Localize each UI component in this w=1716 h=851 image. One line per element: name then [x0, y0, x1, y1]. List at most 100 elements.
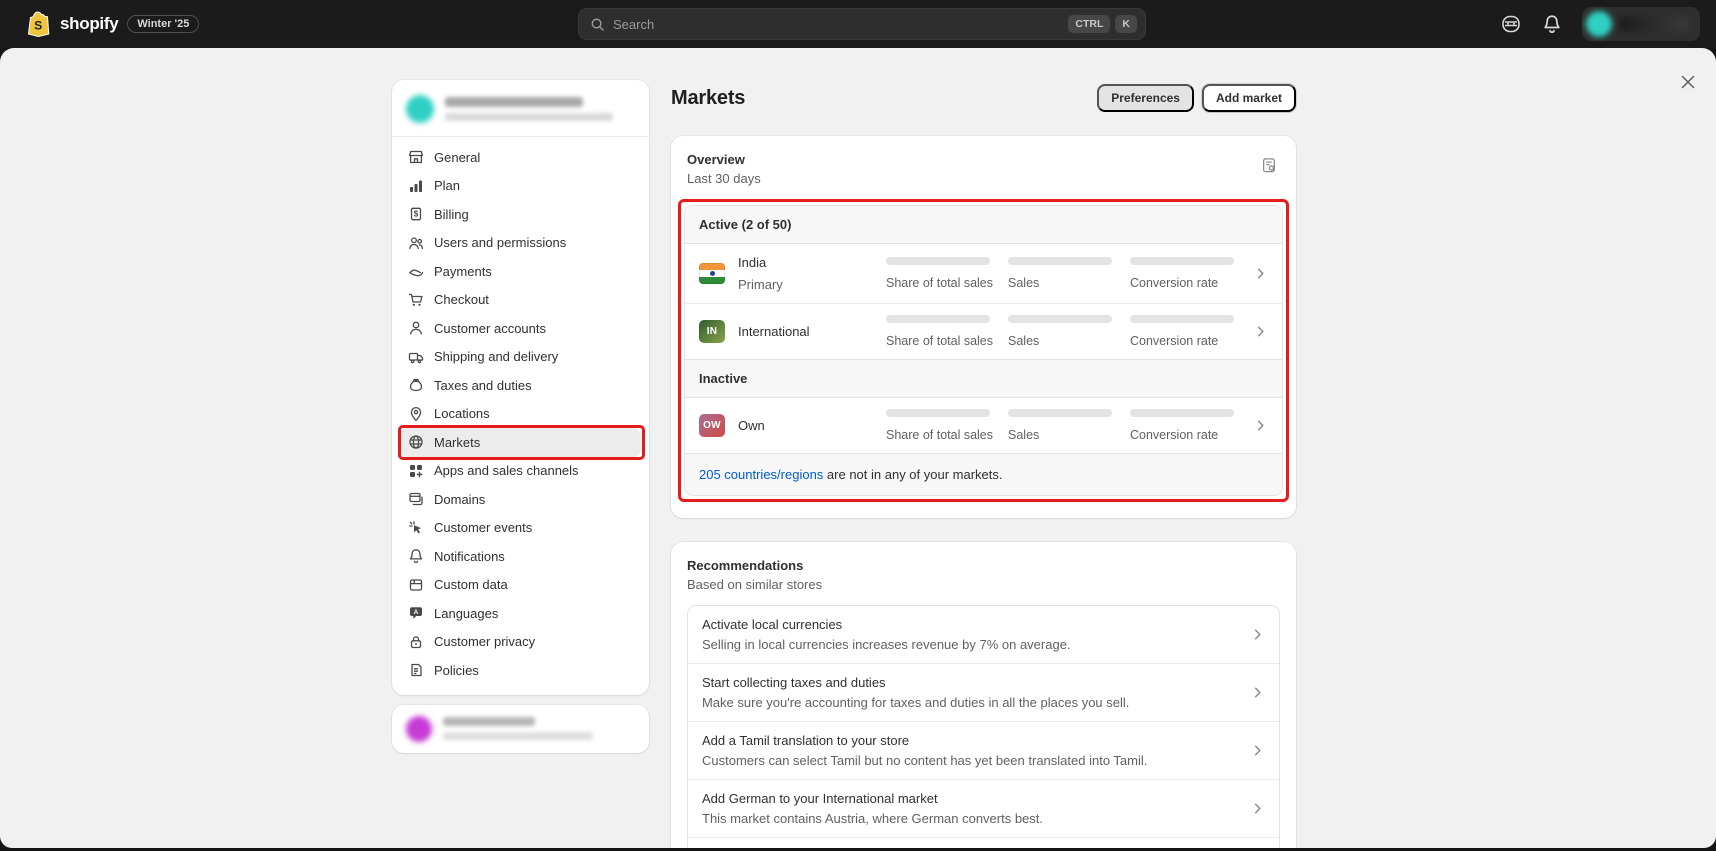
store-name-redacted: [445, 97, 613, 121]
chevron-right-icon: [1253, 266, 1268, 281]
skeleton-bar: [886, 409, 990, 417]
users-icon: [408, 235, 424, 251]
rec-row-add-german[interactable]: Add German to your International market …: [688, 779, 1279, 837]
market-name: India: [738, 255, 783, 270]
footer-text: are not in any of your markets.: [823, 467, 1002, 482]
recommendations-subtitle: Based on similar stores: [687, 577, 1280, 592]
add-market-button[interactable]: Add market: [1202, 84, 1296, 112]
market-row-india[interactable]: India Primary Share of total sales Sales…: [685, 244, 1282, 303]
settings-modal: General Plan $ Billing Users and permiss…: [0, 48, 1716, 848]
shortcut-k-key: K: [1115, 15, 1137, 33]
billing-icon: $: [408, 206, 424, 222]
sidebar-item-customer-accounts[interactable]: Customer accounts: [400, 314, 641, 343]
overview-subtitle: Last 30 days: [687, 171, 1280, 186]
sidekick-icon[interactable]: [1500, 13, 1522, 35]
settings-sidebar: General Plan $ Billing Users and permiss…: [392, 80, 649, 753]
account-card[interactable]: [392, 705, 649, 753]
skeleton-bar: [1008, 409, 1112, 417]
chevron-right-icon: [1250, 685, 1265, 700]
svg-text:S: S: [34, 18, 42, 32]
chevron-right-icon: [1250, 801, 1265, 816]
rec-row-local-currencies[interactable]: Activate local currencies Selling in loc…: [688, 606, 1279, 663]
apps-grid-icon: [408, 463, 424, 479]
overview-footer: 205 countries/regions are not in any of …: [685, 453, 1282, 495]
rec-row-partial[interactable]: Add hreflang tags: [688, 837, 1279, 848]
close-settings-button[interactable]: [1674, 68, 1702, 96]
sidebar-item-customer-privacy[interactable]: Customer privacy: [400, 628, 641, 657]
shopify-bag-icon: S: [26, 11, 51, 38]
sidebar-item-shipping-delivery[interactable]: Shipping and delivery: [400, 343, 641, 372]
languages-icon: A: [408, 605, 424, 621]
recommendations-card: Recommendations Based on similar stores …: [671, 542, 1296, 848]
person-icon: [408, 320, 424, 336]
page-title: Markets: [671, 87, 745, 110]
sidebar-item-billing[interactable]: $ Billing: [400, 200, 641, 229]
customer-events-icon: [408, 520, 424, 536]
sidebar-nav-card: General Plan $ Billing Users and permiss…: [392, 80, 649, 695]
international-badge: IN: [699, 320, 725, 343]
user-menu[interactable]: [1582, 7, 1700, 41]
bell-icon: [408, 548, 424, 564]
markets-globe-icon: [408, 434, 424, 450]
inactive-section-header: Inactive: [685, 359, 1282, 398]
annotation-box-overview: Active (2 of 50) India Primary Share of …: [678, 199, 1289, 502]
rec-row-tamil-translation[interactable]: Add a Tamil translation to your store Cu…: [688, 721, 1279, 779]
sidebar-item-plan[interactable]: Plan: [400, 172, 641, 201]
sidebar-item-markets[interactable]: Markets: [400, 428, 641, 457]
sidebar-item-users-permissions[interactable]: Users and permissions: [400, 229, 641, 258]
svg-text:$: $: [414, 210, 419, 219]
user-name-redacted: [1619, 16, 1689, 32]
shopify-wordmark: shopify: [60, 14, 118, 34]
recommendations-list: Activate local currencies Selling in loc…: [687, 605, 1280, 848]
overview-card: Overview Last 30 days Active (2 of 50): [671, 136, 1296, 518]
global-search-input[interactable]: Search CTRL K: [578, 8, 1146, 40]
custom-data-icon: [408, 577, 424, 593]
market-row-own[interactable]: OW Own Share of total sales Sales Conver…: [685, 398, 1282, 453]
sidebar-item-languages[interactable]: A Languages: [400, 599, 641, 628]
account-name-redacted: [443, 717, 593, 740]
lock-icon: [408, 634, 424, 650]
cart-icon: [408, 292, 424, 308]
sidebar-item-customer-events[interactable]: Customer events: [400, 514, 641, 543]
sidebar-item-payments[interactable]: Payments: [400, 257, 641, 286]
account-avatar: [406, 716, 432, 742]
skeleton-bar: [1130, 315, 1234, 323]
shortcut-ctrl-key: CTRL: [1068, 15, 1110, 33]
store-icon: [408, 149, 424, 165]
sidebar-item-domains[interactable]: Domains: [400, 485, 641, 514]
search-icon: [590, 17, 605, 32]
market-row-international[interactable]: IN International Share of total sales Sa…: [685, 303, 1282, 359]
rec-row-taxes-duties[interactable]: Start collecting taxes and duties Make s…: [688, 663, 1279, 721]
preferences-button[interactable]: Preferences: [1097, 84, 1194, 112]
sidebar-item-policies[interactable]: Policies: [400, 656, 641, 685]
countries-regions-link[interactable]: 205 countries/regions: [699, 467, 823, 482]
topbar: S shopify Winter '25 Search CTRL K: [0, 0, 1716, 48]
plan-chart-icon: [408, 178, 424, 194]
store-header[interactable]: [392, 80, 649, 136]
notifications-bell-icon[interactable]: [1542, 14, 1562, 35]
sidebar-item-taxes-duties[interactable]: Taxes and duties: [400, 371, 641, 400]
chevron-right-icon: [1250, 743, 1265, 758]
sidebar-item-checkout[interactable]: Checkout: [400, 286, 641, 315]
sidebar-item-notifications[interactable]: Notifications: [400, 542, 641, 571]
market-name: International: [738, 324, 810, 339]
own-badge: OW: [699, 414, 725, 437]
payments-icon: [408, 263, 424, 279]
sidebar-item-apps-sales-channels[interactable]: Apps and sales channels: [400, 457, 641, 486]
chevron-right-icon: [1253, 324, 1268, 339]
policies-doc-icon: [408, 662, 424, 678]
skeleton-bar: [1130, 409, 1234, 417]
view-report-button[interactable]: [1256, 152, 1282, 178]
close-icon: [1681, 75, 1695, 89]
india-flag-icon: [699, 263, 725, 284]
sidebar-item-general[interactable]: General: [400, 143, 641, 172]
sidebar-item-custom-data[interactable]: Custom data: [400, 571, 641, 600]
sidebar-item-locations[interactable]: Locations: [400, 400, 641, 429]
skeleton-bar: [1008, 257, 1112, 265]
shopify-logo[interactable]: S shopify Winter '25: [26, 0, 199, 48]
svg-text:A: A: [414, 609, 419, 616]
truck-icon: [408, 349, 424, 365]
overview-title: Overview: [687, 152, 1280, 167]
version-badge[interactable]: Winter '25: [127, 15, 199, 33]
skeleton-bar: [1130, 257, 1234, 265]
